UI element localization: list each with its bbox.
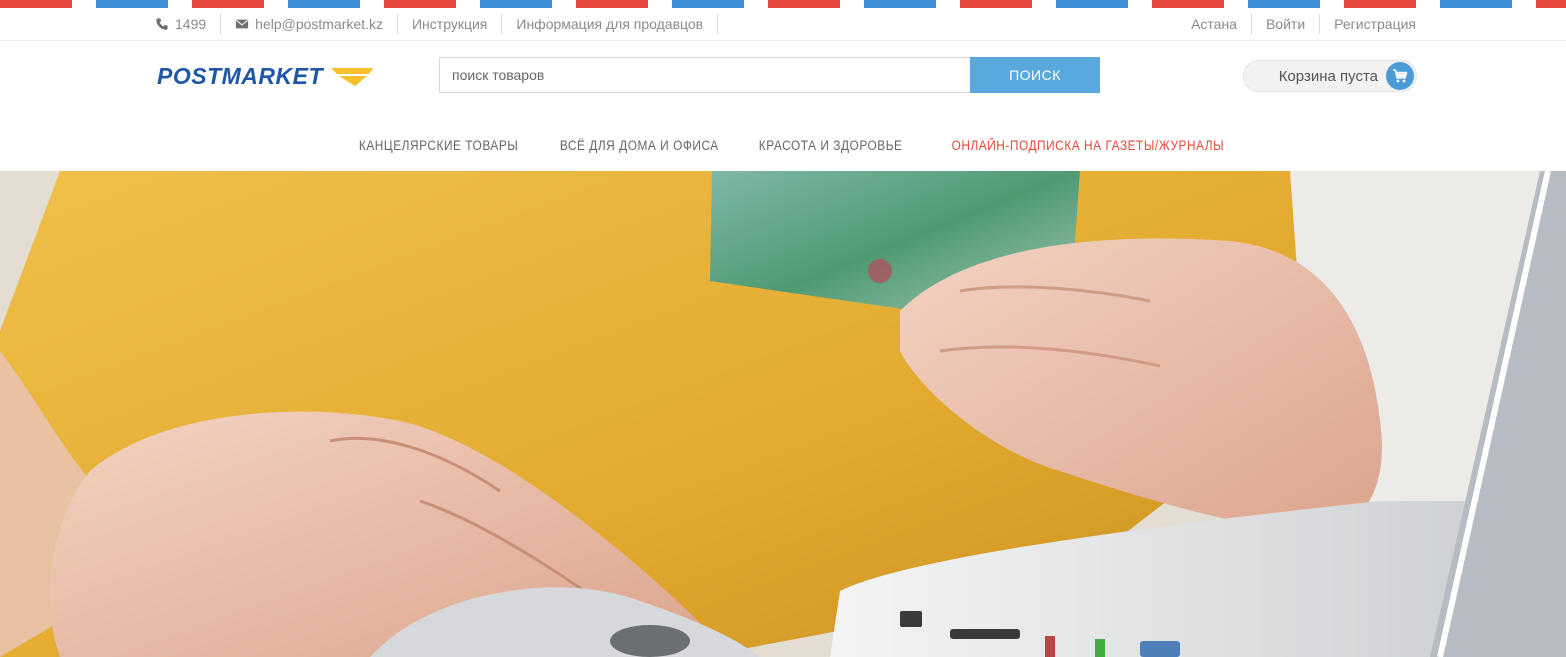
- nav-stationery[interactable]: КАНЦЕЛЯРСКИЕ ТОВАРЫ: [350, 138, 527, 162]
- logo[interactable]: POSTMARKET: [157, 63, 375, 90]
- instructions-link[interactable]: Инструкция: [398, 14, 503, 34]
- nav-subscriptions[interactable]: ОНЛАЙН-ПОДПИСКА НА ГАЗЕТЫ/ЖУРНАЛЫ: [942, 138, 1232, 162]
- logo-wing-icon: [331, 67, 373, 86]
- search-bar: ПОИСК: [439, 57, 1100, 93]
- cart-button[interactable]: Корзина пуста: [1243, 60, 1417, 92]
- phone-link[interactable]: 1499: [155, 14, 222, 34]
- nav-beauty-health[interactable]: КРАСОТА И ЗДОРОВЬЕ: [750, 138, 911, 162]
- envelope-stripe: [0, 0, 1566, 8]
- search-input[interactable]: [439, 57, 970, 93]
- cart-badge: [1386, 62, 1414, 90]
- email-address: help@postmarket.kz: [255, 16, 383, 32]
- site-header: POSTMARKET ПОИСК Корзина пуста: [0, 41, 1566, 111]
- cart-icon: [1393, 69, 1408, 83]
- phone-icon: [156, 18, 168, 30]
- sellers-info-link[interactable]: Информация для продавцов: [502, 14, 719, 34]
- register-link[interactable]: Регистрация: [1320, 14, 1416, 34]
- top-bar-left: 1499 help@postmarket.kz Инструкция Инфор…: [155, 12, 719, 36]
- phone-number: 1499: [175, 16, 207, 32]
- email-link[interactable]: help@postmarket.kz: [221, 14, 398, 34]
- top-bar-right: Астана Войти Регистрация: [1177, 12, 1416, 36]
- nav-home-office[interactable]: ВСЁ ДЛЯ ДОМА И ОФИСА: [551, 138, 728, 162]
- top-bar: 1499 help@postmarket.kz Инструкция Инфор…: [0, 8, 1566, 41]
- hero-banner: [0, 171, 1566, 657]
- hero-image: [0, 171, 1566, 657]
- city-selector[interactable]: Астана: [1177, 14, 1252, 34]
- search-button[interactable]: ПОИСК: [970, 57, 1100, 93]
- logo-text: POSTMARKET: [157, 63, 323, 89]
- login-link[interactable]: Войти: [1252, 14, 1321, 34]
- category-nav: КАНЦЕЛЯРСКИЕ ТОВАРЫ ВСЁ ДЛЯ ДОМА И ОФИСА…: [0, 138, 1566, 162]
- envelope-icon: [236, 19, 249, 29]
- cart-status: Корзина пуста: [1278, 67, 1378, 85]
